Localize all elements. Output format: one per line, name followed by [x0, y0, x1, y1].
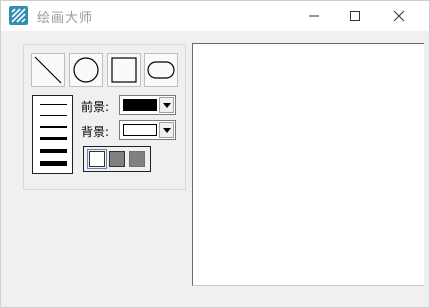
app-window: 绘画大师 前景: 背景: — [0, 0, 430, 308]
minimize-icon — [309, 15, 319, 17]
circle-icon — [73, 57, 99, 83]
background-label: 背景: — [81, 125, 110, 139]
client-area: 前景: 背景: — [1, 31, 429, 307]
chevron-down-icon — [163, 128, 171, 133]
background-dropdown-button[interactable] — [159, 122, 174, 138]
foreground-color-select[interactable] — [119, 95, 176, 115]
fill-mode-none-button[interactable] — [87, 149, 107, 169]
rounded-rectangle-icon — [147, 61, 175, 79]
chevron-down-icon — [163, 103, 171, 108]
line-width-option[interactable] — [40, 104, 67, 105]
line-tool-button[interactable] — [31, 53, 65, 87]
background-color-select[interactable] — [119, 120, 176, 140]
background-color-swatch — [123, 124, 157, 136]
line-width-option[interactable] — [40, 126, 67, 128]
maximize-icon — [350, 11, 360, 21]
rectangle-tool-button[interactable] — [107, 53, 141, 87]
close-button[interactable] — [376, 1, 422, 31]
fill-mode-gray-button[interactable] — [109, 151, 125, 167]
tool-panel: 前景: 背景: — [23, 44, 186, 190]
close-icon — [393, 10, 405, 22]
rectangle-icon — [111, 57, 137, 83]
foreground-color-swatch — [123, 99, 157, 111]
line-width-option[interactable] — [40, 161, 67, 166]
fill-mode-group — [83, 146, 151, 172]
foreground-label: 前景: — [81, 100, 110, 114]
maximize-button[interactable] — [332, 1, 378, 31]
line-icon — [34, 56, 62, 84]
fill-mode-gray-alt-button[interactable] — [129, 151, 145, 167]
foreground-dropdown-button[interactable] — [159, 97, 174, 113]
line-width-option[interactable] — [40, 137, 67, 140]
line-width-option[interactable] — [40, 149, 67, 153]
app-logo-icon — [9, 6, 28, 25]
rounded-rectangle-tool-button[interactable] — [144, 53, 178, 87]
minimize-button[interactable] — [291, 1, 337, 31]
line-width-list — [32, 95, 73, 174]
drawing-canvas[interactable] — [192, 43, 424, 286]
window-title: 绘画大师 — [37, 11, 94, 26]
line-width-option[interactable] — [40, 115, 67, 116]
circle-tool-button[interactable] — [69, 53, 103, 87]
title-bar[interactable]: 绘画大师 — [1, 1, 429, 31]
